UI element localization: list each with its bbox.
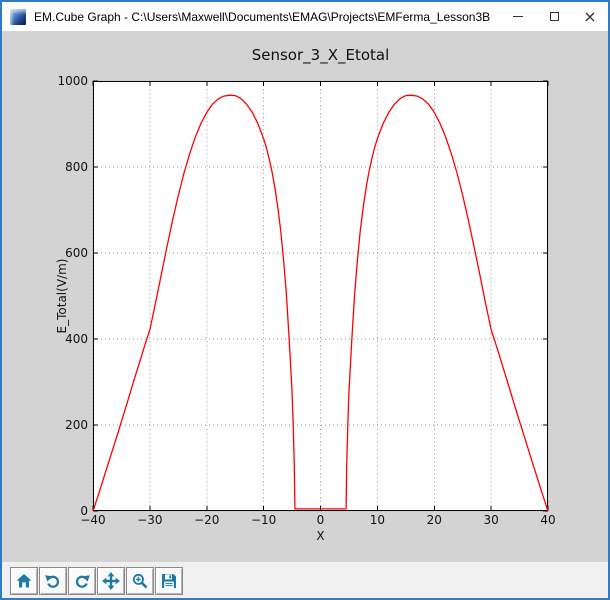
pan-arrows-icon xyxy=(102,572,120,590)
navigation-toolbar xyxy=(2,562,608,598)
y-tick-label: 400 xyxy=(65,332,88,346)
y-tick-label: 200 xyxy=(65,418,88,432)
x-tick-label: 30 xyxy=(483,513,499,527)
close-button[interactable]: × xyxy=(572,2,608,31)
plot-canvas[interactable]: Sensor_3_X_Etotal E_Total(V/m) X 0 200 400… xyxy=(2,31,608,562)
minimize-button[interactable] xyxy=(500,2,536,31)
x-tick-label: −40 xyxy=(80,513,106,527)
forward-arrow-icon xyxy=(75,575,90,588)
line-chart xyxy=(92,80,549,512)
axes-area[interactable] xyxy=(92,80,549,512)
x-axis-label: X xyxy=(316,529,325,543)
x-tick-label: −30 xyxy=(137,513,163,527)
back-arrow-icon xyxy=(45,575,60,588)
x-tick-label: −20 xyxy=(194,513,220,527)
y-tick-label: 800 xyxy=(65,160,88,174)
forward-button[interactable] xyxy=(68,567,96,595)
title-bar[interactable]: EM.Cube Graph - C:\Users\Maxwell\Documen… xyxy=(2,2,608,31)
y-tick-label: 600 xyxy=(65,246,88,260)
magnifier-icon xyxy=(132,573,148,589)
emcube-graph-window: EM.Cube Graph - C:\Users\Maxwell\Documen… xyxy=(0,0,610,600)
x-tick-label: 0 xyxy=(316,513,325,527)
close-icon: × xyxy=(583,6,597,26)
minimize-icon xyxy=(513,16,523,17)
maximize-button[interactable] xyxy=(536,2,572,31)
window-controls: × xyxy=(500,2,608,31)
back-button[interactable] xyxy=(39,567,67,595)
maximize-icon xyxy=(549,12,559,21)
y-tick-label: 1000 xyxy=(57,74,88,88)
y-axis-label: E_Total(V/m) xyxy=(55,258,69,334)
home-icon xyxy=(16,574,32,588)
save-button[interactable] xyxy=(155,567,183,595)
plot-title: Sensor_3_X_Etotal xyxy=(251,46,390,64)
app-icon xyxy=(10,8,26,25)
x-tick-label: −10 xyxy=(250,513,277,527)
pan-button[interactable] xyxy=(97,567,125,595)
home-button[interactable] xyxy=(10,567,38,595)
x-tick-label: 10 xyxy=(369,513,386,527)
zoom-to-rect-button[interactable] xyxy=(126,567,154,595)
window-title: EM.Cube Graph - C:\Users\Maxwell\Documen… xyxy=(34,9,491,24)
x-tick-label: 20 xyxy=(426,513,442,527)
floppy-disk-icon xyxy=(162,574,176,588)
x-tick-label: 40 xyxy=(540,513,556,527)
